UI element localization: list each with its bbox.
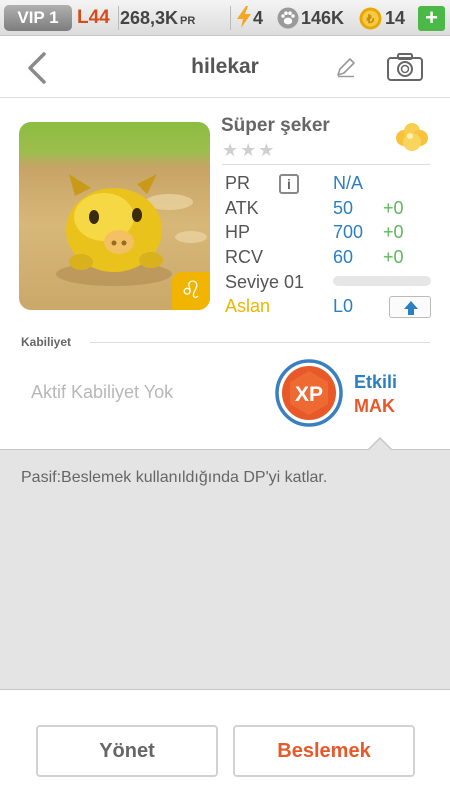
- upgrade-button[interactable]: [389, 296, 431, 318]
- pencil-icon[interactable]: [334, 55, 358, 79]
- vip-badge[interactable]: VIP 1: [4, 5, 72, 31]
- feed-button[interactable]: Beslemek: [233, 725, 415, 777]
- rcv-label: RCV: [225, 247, 264, 267]
- lightning-icon: [237, 6, 251, 28]
- pr-counter: 268,3K PR: [120, 8, 195, 29]
- coin-count: 14: [385, 8, 406, 28]
- atk-value: 50: [333, 198, 354, 218]
- pet-header: hilekar: [0, 37, 450, 98]
- rcv-bonus: +0: [383, 247, 404, 267]
- divider: [90, 342, 430, 343]
- energy-count: 4: [253, 8, 264, 28]
- atk-label: ATK: [225, 198, 259, 218]
- zodiac-leo-icon: ♌: [172, 272, 210, 310]
- divider: [222, 164, 430, 165]
- star-rating: ★★★: [222, 140, 277, 160]
- player-level: L44: [77, 7, 110, 28]
- xp-badge-icon[interactable]: XP: [275, 359, 343, 427]
- status-bar: VIP 1 L44 268,3K PR 4 146K ₺ 14 +: [0, 0, 450, 36]
- divider: [230, 6, 231, 30]
- paw-count: 146K: [301, 8, 345, 28]
- page-title: hilekar: [191, 55, 259, 78]
- pet-name: Süper şeker: [221, 115, 330, 136]
- pr-value: 268,3K: [120, 8, 179, 28]
- manage-button[interactable]: Yönet: [36, 725, 218, 777]
- pr-unit: PR: [180, 15, 196, 27]
- paw-icon: [277, 7, 299, 29]
- info-icon[interactable]: i: [279, 174, 299, 194]
- pet-portrait[interactable]: ♌: [19, 122, 210, 310]
- passive-ability-text: Pasif:Beslemek kullanıldığında DP'yi kat…: [21, 469, 328, 486]
- race-label: Aslan: [225, 296, 271, 316]
- atk-bonus: +0: [383, 198, 404, 218]
- hp-label: HP: [225, 222, 251, 242]
- effect-value: MAK: [354, 396, 395, 416]
- coin-icon: ₺: [359, 7, 382, 30]
- hp-value: 700: [333, 222, 364, 242]
- pr-value: N/A: [333, 173, 364, 193]
- svg-text:₺: ₺: [366, 12, 375, 26]
- level-label: Seviye 01: [225, 272, 305, 292]
- hp-bonus: +0: [383, 222, 404, 242]
- add-currency-button[interactable]: +: [418, 6, 445, 31]
- level-progress-bar: [333, 276, 431, 286]
- xp-badge-text: XP: [295, 383, 323, 406]
- active-ability-text: Aktif Kabiliyet Yok: [31, 382, 174, 402]
- race-level: L0: [333, 296, 354, 316]
- ability-heading: Kabiliyet: [21, 335, 72, 349]
- effect-label: Etkili: [354, 372, 398, 392]
- pr-label: PR: [225, 173, 251, 193]
- camera-icon[interactable]: [386, 52, 424, 82]
- rcv-value: 60: [333, 247, 354, 267]
- arrow-up-icon: [404, 301, 418, 315]
- panel-pointer-fill: [368, 439, 392, 451]
- candy-icon[interactable]: [392, 120, 432, 154]
- divider: [118, 6, 119, 30]
